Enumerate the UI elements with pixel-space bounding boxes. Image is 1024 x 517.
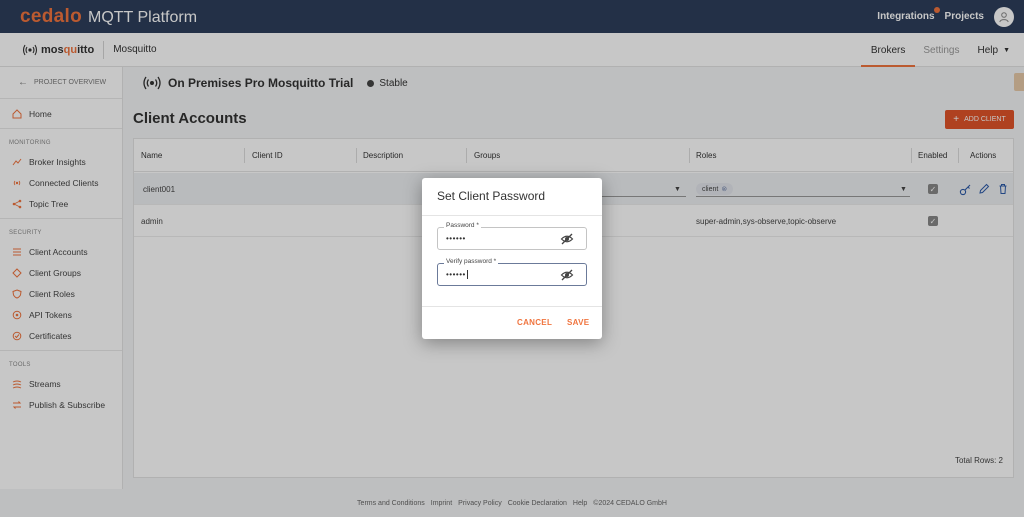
verify-password-field[interactable]: Verify password * •••••• <box>437 258 587 286</box>
dialog-title: Set Client Password <box>437 189 546 203</box>
verify-password-label: Verify password * <box>444 258 499 265</box>
text-caret <box>466 270 468 280</box>
password-label: Password * <box>444 222 481 229</box>
set-password-dialog: Set Client Password Password * •••••• Ve… <box>422 178 602 339</box>
cancel-button[interactable]: CANCEL <box>517 318 552 327</box>
dialog-divider <box>422 306 602 307</box>
verify-password-value: •••••• <box>446 270 468 280</box>
eye-off-icon[interactable] <box>560 268 574 282</box>
eye-off-icon[interactable] <box>560 232 574 246</box>
dialog-divider <box>422 215 602 216</box>
save-button[interactable]: SAVE <box>567 318 589 327</box>
password-value: •••••• <box>446 234 466 243</box>
password-field[interactable]: Password * •••••• <box>437 222 587 250</box>
